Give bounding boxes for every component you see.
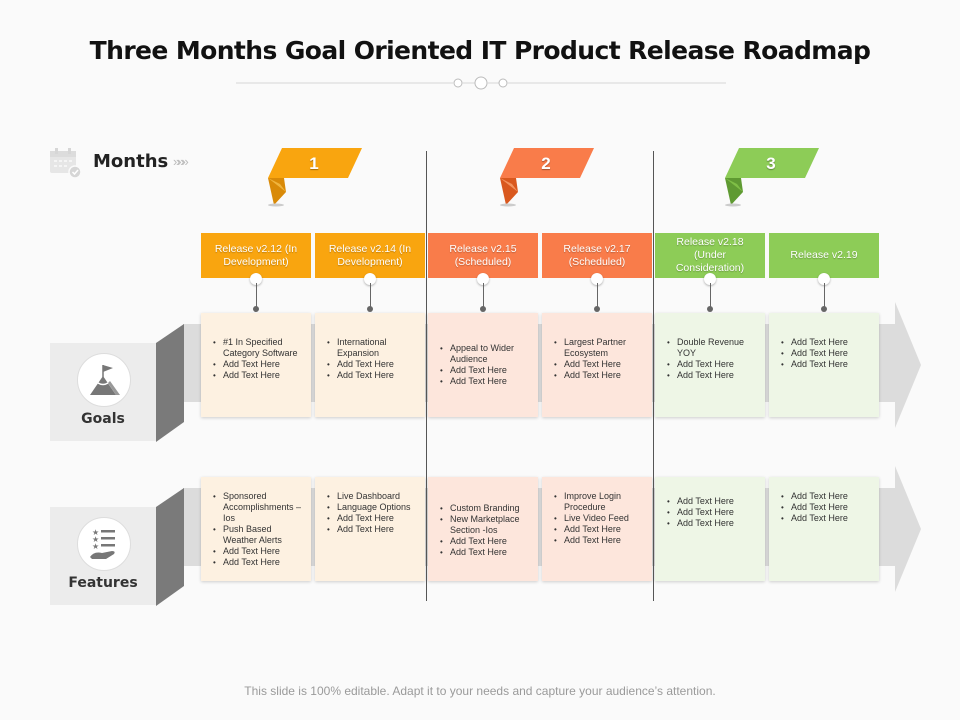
arrow-head-icon	[895, 302, 921, 428]
bullet-item: Appeal to Wider Audience	[440, 343, 532, 365]
roadmap-cell: Largest Partner EcosystemAdd Text HereAd…	[542, 313, 652, 417]
row-label: Goals	[81, 411, 125, 427]
bullet-item: Add Text Here	[781, 337, 848, 348]
roadmap-cell: Add Text HereAdd Text HereAdd Text Here	[769, 477, 879, 581]
month-flag-1: 1	[262, 148, 372, 210]
chevrons-icon: »»»	[173, 154, 189, 169]
bullet-item: Add Text Here	[781, 513, 848, 524]
month-flag-3: 3	[719, 148, 829, 210]
bullet-item: Add Text Here	[667, 359, 759, 370]
bullet-item: Add Text Here	[667, 507, 734, 518]
bullet-list: Sponsored Accomplishments – IosPush Base…	[213, 491, 305, 568]
bullet-list: Add Text HereAdd Text HereAdd Text Here	[781, 491, 848, 524]
release-header: Release v2.19	[769, 233, 879, 278]
bullet-item: Live Dashboard	[327, 491, 411, 502]
calendar-check-icon	[50, 148, 82, 179]
bullet-item: Double Revenue YOY	[667, 337, 759, 359]
bullet-item: International Expansion	[327, 337, 419, 359]
footer-note: This slide is 100% editable. Adapt it to…	[244, 684, 716, 698]
roadmap-cell: Double Revenue YOYAdd Text HereAdd Text …	[655, 313, 765, 417]
months-label: Months	[93, 151, 169, 172]
bullet-list: Live DashboardLanguage OptionsAdd Text H…	[327, 491, 411, 535]
bullet-item: Add Text Here	[781, 491, 848, 502]
bullet-item: Add Text Here	[327, 359, 419, 370]
fold-shape	[156, 324, 184, 442]
release-header: Release v2.15 (Scheduled)	[428, 233, 538, 278]
bullet-list: Largest Partner EcosystemAdd Text HereAd…	[554, 337, 646, 381]
bullet-list: International ExpansionAdd Text HereAdd …	[327, 337, 419, 381]
bullet-list: Double Revenue YOYAdd Text HereAdd Text …	[667, 337, 759, 381]
bullet-item: Add Text Here	[781, 348, 848, 359]
bullet-item: Add Text Here	[440, 547, 532, 558]
bullet-item: Add Text Here	[213, 546, 305, 557]
bullet-item: Live Video Feed	[554, 513, 646, 524]
roadmap-cell: International ExpansionAdd Text HereAdd …	[315, 313, 425, 417]
month-number: 3	[766, 154, 776, 173]
mountain-flag-icon	[90, 365, 120, 395]
roadmap-cell: #1 In Specified Category SoftwareAdd Tex…	[201, 313, 311, 417]
bullet-item: Add Text Here	[440, 365, 532, 376]
row-header-features: ★ ★ ★ Features	[50, 507, 156, 605]
roadmap-cell: Add Text HereAdd Text HereAdd Text Here	[655, 477, 765, 581]
release-header: Release v2.17 (Scheduled)	[542, 233, 652, 278]
bullet-item: Add Text Here	[781, 502, 848, 513]
roadmap-cell: Live DashboardLanguage OptionsAdd Text H…	[315, 477, 425, 581]
month-flag-2: 2	[494, 148, 604, 210]
bullet-item: Add Text Here	[667, 370, 759, 381]
bullet-list: #1 In Specified Category SoftwareAdd Tex…	[213, 337, 305, 381]
bullet-item: #1 In Specified Category Software	[213, 337, 305, 359]
month-number: 2	[541, 154, 551, 173]
bullet-item: New Marketplace Section -Ios	[440, 514, 532, 536]
bullet-item: Improve Login Procedure	[554, 491, 646, 513]
bullet-item: Add Text Here	[327, 370, 419, 381]
bullet-item: Add Text Here	[554, 359, 646, 370]
bullet-item: Add Text Here	[554, 370, 646, 381]
roadmap-cell: Appeal to Wider AudienceAdd Text HereAdd…	[428, 313, 538, 417]
bullet-list: Appeal to Wider AudienceAdd Text HereAdd…	[440, 343, 532, 387]
bullet-item: Custom Branding	[440, 503, 532, 514]
bullet-item: Add Text Here	[213, 370, 305, 381]
star-list-hand-icon: ★ ★ ★	[90, 528, 115, 559]
bullet-item: Add Text Here	[554, 535, 646, 546]
release-header: Release v2.18 (Under Consideration)	[655, 233, 765, 278]
bullet-item: Add Text Here	[554, 524, 646, 535]
bullet-item: Largest Partner Ecosystem	[554, 337, 646, 359]
fold-shape	[156, 488, 184, 606]
bullet-item: Push Based Weather Alerts	[213, 524, 305, 546]
roadmap-cell: Improve Login ProcedureLive Video FeedAd…	[542, 477, 652, 581]
roadmap-cell: Add Text HereAdd Text HereAdd Text Here	[769, 313, 879, 417]
bullet-item: Add Text Here	[213, 557, 305, 568]
bullet-item: Add Text Here	[213, 359, 305, 370]
bullet-list: Add Text HereAdd Text HereAdd Text Here	[781, 337, 848, 370]
bullet-item: Add Text Here	[667, 518, 734, 529]
bullet-item: Language Options	[327, 502, 411, 513]
row-label: Features	[68, 575, 138, 591]
month-divider	[653, 151, 654, 601]
month-divider	[426, 151, 427, 601]
bullet-item: Sponsored Accomplishments – Ios	[213, 491, 305, 524]
bullet-item: Add Text Here	[440, 536, 532, 547]
svg-text:★: ★	[92, 542, 99, 551]
bullet-item: Add Text Here	[440, 376, 532, 387]
row-header-goals: Goals	[50, 343, 156, 441]
month-number: 1	[309, 154, 319, 173]
roadmap-cell: Sponsored Accomplishments – IosPush Base…	[201, 477, 311, 581]
bullet-item: Add Text Here	[327, 524, 411, 535]
roadmap-cell: Custom BrandingNew Marketplace Section -…	[428, 477, 538, 581]
bullet-item: Add Text Here	[781, 359, 848, 370]
release-header: Release v2.12 (In Development)	[201, 233, 311, 278]
arrow-head-icon	[895, 466, 921, 592]
bullet-list: Improve Login ProcedureLive Video FeedAd…	[554, 491, 646, 546]
release-header: Release v2.14 (In Development)	[315, 233, 425, 278]
page-title: Three Months Goal Oriented IT Product Re…	[89, 36, 871, 65]
bullet-item: Add Text Here	[327, 513, 411, 524]
bullet-list: Custom BrandingNew Marketplace Section -…	[440, 503, 532, 558]
bullet-item: Add Text Here	[667, 496, 734, 507]
bullet-list: Add Text HereAdd Text HereAdd Text Here	[667, 496, 734, 529]
title-divider	[236, 76, 726, 90]
